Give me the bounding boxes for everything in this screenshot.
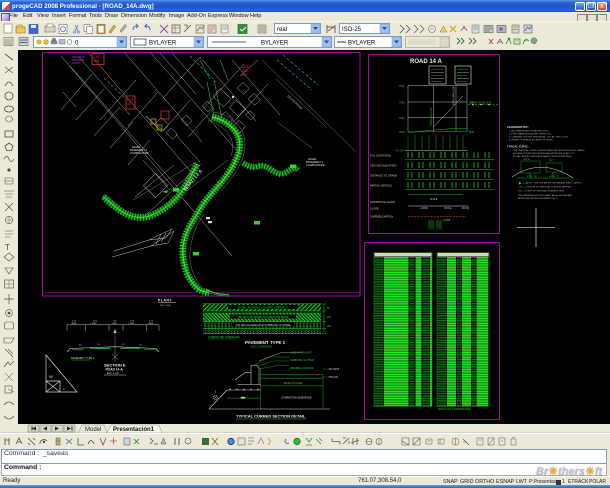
svg-text:P.V.T.: P.V.T.: [549, 161, 555, 163]
svg-text:real: real: [277, 27, 287, 33]
svg-text:LINE OF SEALANT: LINE OF SEALANT: [291, 351, 312, 354]
svg-text:NOTE : USE THE ABOVE CRITERIA: NOTE : USE THE ABOVE CRITERIA AT VERT. C…: [526, 182, 582, 185]
svg-text:HORIZONTAL ALIGN: HORIZONTAL ALIGN: [370, 200, 395, 204]
svg-text:PIPE DR.: PIPE DR.: [329, 377, 339, 379]
svg-text:PAVEMENT TYPE 1: PAVEMENT TYPE 1: [71, 356, 95, 360]
svg-text:150: 150: [327, 316, 332, 319]
svg-text:2%: 2%: [139, 345, 142, 347]
svg-text:CURB/GUARD: CURB/GUARD: [130, 151, 149, 155]
svg-text:PARTIAL DETAILS: PARTIAL DETAILS: [370, 184, 392, 188]
svg-text:COMPACTED SUBGRADE: COMPACTED SUBGRADE: [208, 335, 240, 339]
svg-text:BYLAYER: BYLAYER: [149, 41, 177, 47]
svg-text:7540: 7540: [399, 131, 405, 134]
svg-text:CURB AND GUTTER: CURB AND GUTTER: [290, 359, 314, 362]
svg-text:N 45 E: N 45 E: [430, 198, 438, 201]
svg-text:T: T: [5, 243, 10, 252]
svg-text:200: 200: [327, 325, 332, 328]
svg-text:P.I. 0+0: P.I. 0+0: [396, 150, 405, 153]
svg-text:LANE: LANE: [148, 322, 154, 325]
svg-text:7540: 7540: [469, 131, 475, 134]
svg-text:STA 0+120 ELEV: STA 0+120 ELEV: [430, 107, 433, 126]
svg-text:2. PVMT MARKINGS AS PER DPWH: 2. PVMT MARKINGS AS PER DPWH STD.: [509, 133, 552, 136]
svg-text:BASE COURSE: BASE COURSE: [284, 382, 302, 385]
svg-text:7580: 7580: [399, 101, 405, 104]
svg-text:WEARING COURSE: WEARING COURSE: [290, 367, 314, 370]
svg-text:P.V.I. = POINT OF VERTICAL INT: P.V.I. = POINT OF VERTICAL INTERSECTION: [518, 190, 564, 193]
svg-text:W: W: [49, 374, 53, 379]
svg-text:ESC. 1:100: ESC. 1:100: [107, 373, 119, 375]
svg-text:150 MM CRUSHED AGGREGATE BASE: 150 MM CRUSHED AGGREGATE BASE: [237, 315, 288, 319]
svg-text:50 MM WEARING COURSE (ASPHALT): 50 MM WEARING COURSE (ASPHALT): [238, 305, 289, 309]
svg-text:ROAD 14 A: ROAD 14 A: [410, 59, 442, 65]
svg-text:CONN. ROAD 16 B: CONN. ROAD 16 B: [470, 102, 491, 105]
svg-text:-1.00%: -1.00%: [420, 207, 428, 210]
svg-text:C.WAY: C.WAY: [90, 322, 97, 325]
svg-text:BYLAYER: BYLAYER: [348, 41, 376, 47]
svg-text:TYPICAL CURVE :: TYPICAL CURVE :: [507, 145, 530, 149]
svg-text:COMPACTED SUBGRADE: COMPACTED SUBGRADE: [281, 397, 312, 400]
svg-text:CURB/GUARD: CURB/GUARD: [306, 163, 325, 167]
svg-text:C.WAY: C.WAY: [128, 322, 135, 325]
svg-text:2%: 2%: [79, 345, 82, 347]
svg-text:2%: 2%: [97, 344, 100, 346]
svg-text:TYPICAL CURBED SECTION DETAIL: TYPICAL CURBED SECTION DETAIL: [236, 414, 306, 419]
svg-text:PAVEMENT TYPE 1: PAVEMENT TYPE 1: [245, 340, 286, 345]
svg-text:STA 0+240 ELEV: STA 0+240 ELEV: [453, 86, 456, 105]
svg-text:THE MINIMUM LENGTHS SHALL BE A: THE MINIMUM LENGTHS SHALL BE AS SHOWN AN…: [518, 194, 573, 197]
svg-text:L.V.C. / 2: L.V.C. / 2: [549, 176, 559, 178]
svg-text:+2.0%: +2.0%: [443, 219, 451, 222]
svg-text:L.V.C. = LENGTH OF VERTICAL CU: L.V.C. = LENGTH OF VERTICAL CURVE IN MET…: [518, 186, 571, 189]
svg-text:3. CURB AND GUTTER PER DETAIL: 3. CURB AND GUTTER PER DETAIL, TYP. ALL …: [509, 136, 568, 139]
svg-text:150 MM Ø: 150 MM Ø: [329, 369, 340, 371]
svg-text:35: 35: [127, 102, 131, 106]
svg-text:PLANT: PLANT: [158, 299, 172, 303]
svg-text:ROAD 14-A: ROAD 14-A: [106, 367, 124, 371]
svg-text:7560: 7560: [399, 117, 405, 120]
svg-text:ROAD 14 A COORDINATES: ROAD 14 A COORDINATES: [438, 407, 471, 411]
svg-text:L.V.C. / 2: L.V.C. / 2: [527, 176, 537, 178]
svg-text:APPROVED BY THE ENGINEER U.N.O: APPROVED BY THE ENGINEER U.N.O.: [518, 197, 558, 200]
svg-text:THE VERTICAL CURVE SHOWN SHALL: THE VERTICAL CURVE SHOWN SHALL BE PROVID…: [513, 149, 585, 152]
svg-text:ESC 1:500: ESC 1:500: [160, 305, 171, 307]
svg-text:200 MM AGGREGATE SUBBASE COURS: 200 MM AGGREGATE SUBBASE COURSE: [236, 323, 291, 327]
svg-text:P.V.I. ELEVATION: P.V.I. ELEVATION: [370, 154, 391, 158]
svg-text:7600: 7600: [399, 85, 405, 88]
svg-text:DISTANCE TO GRADE: DISTANCE TO GRADE: [370, 174, 397, 178]
svg-text:LANE: LANE: [71, 322, 77, 325]
svg-text:N 52 E: N 52 E: [444, 207, 452, 210]
svg-text:1. ALL DIMENSIONS IN METERS U: 1. ALL DIMENSIONS IN METERS U.N.O.: [509, 130, 550, 133]
svg-text:10 m: 10 m: [523, 183, 528, 185]
svg-text:ISO-25: ISO-25: [342, 27, 362, 33]
svg-text:ESC. 1:20 DETAIL: ESC. 1:20 DETAIL: [251, 345, 273, 349]
svg-text:R=150: R=150: [462, 207, 470, 210]
svg-text:INSTALL ADDED SIGNS AND SAFETY: INSTALL ADDED SIGNS AND SAFETY DEVICES A…: [513, 155, 573, 158]
svg-text:GROUND ELEVATION: GROUND ELEVATION: [370, 164, 397, 168]
svg-text:BYLAYER: BYLAYER: [261, 41, 289, 47]
svg-text:2%: 2%: [122, 344, 125, 346]
svg-text:SUPERELEVATION: SUPERELEVATION: [370, 215, 393, 219]
svg-text:MED: MED: [113, 323, 118, 325]
svg-text:P.V.C.: P.V.C.: [524, 159, 530, 161]
svg-text:LEGEND/NOTES :: LEGEND/NOTES :: [507, 125, 529, 129]
svg-text:INTERSECTIONS PER DESIGN AND A: INTERSECTIONS PER DESIGN AND APPROVED PL…: [513, 152, 575, 155]
svg-text:SLOPE: SLOPE: [370, 207, 379, 211]
svg-text:4. REFER TO PLAN FOR LIMITS O: 4. REFER TO PLAN FOR LIMITS OF WORK: [509, 139, 553, 142]
svg-text:312: 312: [94, 59, 100, 63]
